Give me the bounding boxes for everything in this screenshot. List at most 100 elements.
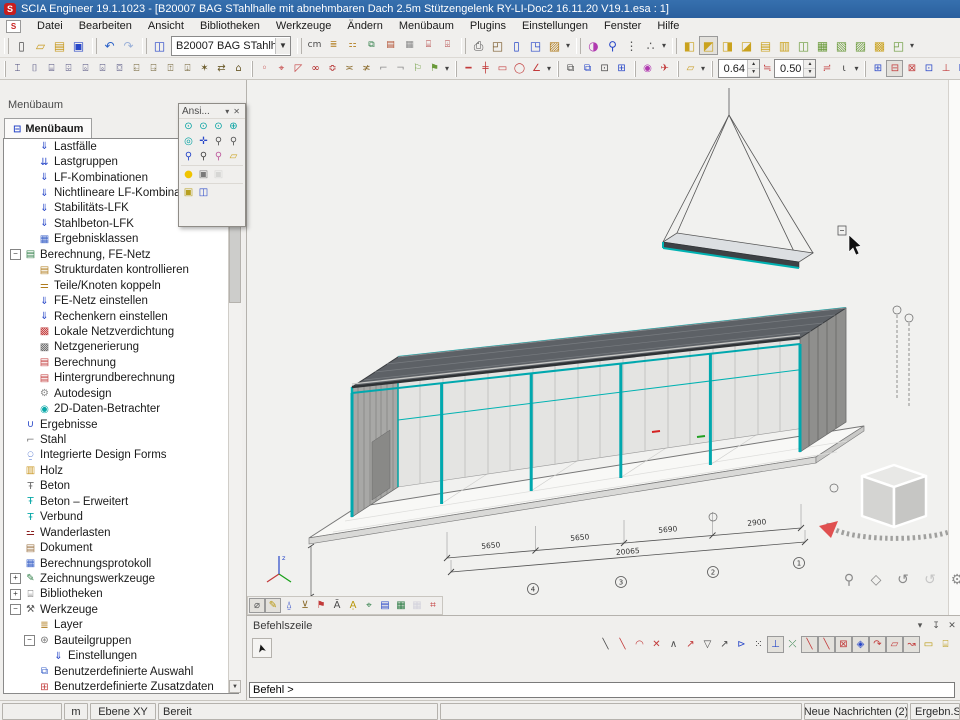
tree-benutzerdefinierte-auswahl[interactable]: ⧉ Benutzerdefinierte Auswahl (4, 664, 238, 679)
workspace-panel-button[interactable]: ◫ (150, 36, 169, 55)
layers-button[interactable]: ≣ (324, 36, 343, 55)
view-param-2-button[interactable]: ◩ (699, 36, 718, 55)
tree-hintergrundberechnung[interactable]: ▤ Hintergrundberechnung (4, 371, 238, 386)
draw-dim-button[interactable]: ╪ (477, 60, 494, 77)
snap-cursor-button[interactable]: ⊳ (733, 636, 750, 653)
draw-circle-button[interactable]: ◯ (511, 60, 528, 77)
zoom-fit-icon[interactable]: ⚲ (840, 571, 858, 589)
snap-vector-button[interactable]: ↗ (682, 636, 699, 653)
rotate-button[interactable]: ⊞ (613, 60, 630, 77)
tree-netzgenerierung[interactable]: ▩ Netzgenerierung (4, 340, 238, 355)
tree-rechenkern[interactable]: ⇓ Rechenkern einstellen (4, 309, 238, 324)
combo-dropdown-icon[interactable]: ▼ (275, 38, 290, 54)
status-units[interactable]: m (64, 703, 88, 720)
zoom-all-icon[interactable]: ⚲ (196, 149, 211, 164)
snap-center-button[interactable]: ◈ (852, 636, 869, 653)
snap-calc-button[interactable]: ⌸ (937, 636, 954, 653)
view-param-1-button[interactable]: ◧ (680, 36, 699, 55)
snap-node-button[interactable]: ⊠ (835, 636, 852, 653)
toolbar-grip[interactable] (142, 38, 147, 54)
pdf-3d-icon[interactable]: ◫ (196, 185, 211, 200)
member-house-button[interactable]: ⌂ (230, 60, 247, 77)
graph-button[interactable]: ⋮ (622, 36, 641, 55)
toolbar-grip[interactable] (251, 61, 253, 77)
view-param-3-button[interactable]: ◨ (718, 36, 737, 55)
member-edge-button[interactable]: ⍗ (179, 60, 196, 77)
view-direction-icon[interactable]: ◎ (181, 134, 196, 149)
move-button[interactable]: ⊡ (596, 60, 613, 77)
toolbar-grip[interactable] (557, 61, 559, 77)
view-y-icon[interactable]: ⊙ (196, 119, 211, 134)
zoom-rotate-icon[interactable]: ⚲ (226, 134, 241, 149)
export-button[interactable]: ◳ (526, 36, 545, 55)
command-input[interactable] (249, 682, 955, 698)
multi-copy-button[interactable]: ⧉ (579, 60, 596, 77)
orbit-icon[interactable]: ↺ (894, 571, 912, 589)
member-wall-button[interactable]: ⌹ (60, 60, 77, 77)
photo2-icon[interactable]: ▣ (211, 167, 226, 182)
orbit-disabled-icon[interactable]: ↺ (921, 571, 939, 589)
photo-icon[interactable]: ▣ (196, 167, 211, 182)
menu-datei[interactable]: Datei (29, 19, 71, 33)
open-project-button[interactable]: ▱ (31, 36, 50, 55)
member-star-button[interactable]: ✶ (196, 60, 213, 77)
tree-expander-icon[interactable]: + (10, 589, 21, 600)
tree-ergebnisklassen[interactable]: ▦ Ergebnisklassen (4, 232, 238, 247)
tree-layer[interactable]: ≣ Layer (4, 618, 238, 633)
fly-mode-button[interactable]: ✈ (656, 60, 673, 77)
tree-ergebnisse[interactable]: ∪ Ergebnisse (4, 417, 238, 432)
hinge-button[interactable]: ◦ (256, 60, 273, 77)
toolbar-overflow-icon[interactable]: ▾ (662, 41, 666, 50)
toolbar-grip[interactable] (711, 61, 713, 77)
weld-button[interactable]: ≍ (341, 60, 358, 77)
menu-bearbeiten[interactable]: Bearbeiten (71, 19, 140, 33)
view-z-icon[interactable]: ⊙ (211, 119, 226, 134)
scroll-down-icon[interactable]: ▼ (229, 680, 241, 693)
view-scale-spinner[interactable]: 0.64 ▲▼ (718, 59, 760, 78)
snap-arc-button[interactable]: ◠ (631, 636, 648, 653)
tree-dokument[interactable]: ▤ Dokument (4, 540, 238, 555)
member-column-button[interactable]: ⌶ (9, 60, 26, 77)
axes-icon[interactable]: ✛ (196, 134, 211, 149)
toolbar-grip[interactable] (297, 38, 302, 54)
view-x-icon[interactable]: ⊙ (181, 119, 196, 134)
redo-button[interactable]: ↷ (119, 36, 138, 55)
toolbar-grip[interactable] (4, 38, 9, 54)
member-rib-button[interactable]: ⌼ (111, 60, 128, 77)
show-labels-button[interactable]: ⚑ (313, 598, 329, 613)
menu-menuebaum[interactable]: Menübaum (391, 19, 462, 33)
rib-button[interactable]: ¬ (392, 60, 409, 77)
text-lamp-button[interactable]: Ạ (345, 598, 361, 613)
section2-button[interactable]: ⌹ (438, 36, 457, 55)
save-all-button[interactable]: ▤ (50, 36, 69, 55)
tree-berechnung[interactable]: ▤ Berechnung (4, 355, 238, 370)
tree-autodesign[interactable]: ⚙ Autodesign (4, 386, 238, 401)
snap-angle-button[interactable]: ∧ (665, 636, 682, 653)
tree-expander-icon[interactable]: + (10, 573, 21, 584)
draw-rect-button[interactable]: ▭ (494, 60, 511, 77)
toolbar-grip[interactable] (92, 38, 97, 54)
toolbar-grip[interactable] (634, 61, 636, 77)
toolbar-grip[interactable] (864, 61, 866, 77)
toolbar-grip[interactable] (576, 38, 581, 54)
tree-verbund[interactable]: Ŧ Verbund (4, 510, 238, 525)
spinner-up-icon[interactable]: ▲ (804, 60, 815, 69)
tree-holz[interactable]: ▥ Holz (4, 463, 238, 478)
snap-ortho-button[interactable]: ⊥ (767, 636, 784, 653)
open-view-button[interactable]: ▱ (682, 60, 699, 77)
clip-box-icon[interactable]: ▱ (226, 149, 241, 164)
tree-strukturdaten[interactable]: ▤ Strukturdaten kontrollieren (4, 263, 238, 278)
activity-button[interactable]: ⧉ (362, 36, 381, 55)
member-opening-button[interactable]: ⍈ (145, 60, 162, 77)
tree-stahl[interactable]: ⌐ Stahl (4, 432, 238, 447)
tree-teile-knoten[interactable]: ⚌ Teile/Knoten koppeln (4, 278, 238, 293)
show-supports-button[interactable]: ⍙ (281, 598, 297, 613)
view-param-11-button[interactable]: ▩ (870, 36, 889, 55)
tab-menuebaum[interactable]: ⊟ Menübaum (4, 118, 92, 139)
member-axes-button[interactable]: ⌖ (361, 598, 377, 613)
view-param-12-button[interactable]: ◰ (889, 36, 908, 55)
opening-button[interactable]: ⚐ (409, 60, 426, 77)
copy-picture-icon[interactable]: ▣ (181, 185, 196, 200)
view-param-4-button[interactable]: ◪ (737, 36, 756, 55)
snap-end-button[interactable]: ╲ (818, 636, 835, 653)
